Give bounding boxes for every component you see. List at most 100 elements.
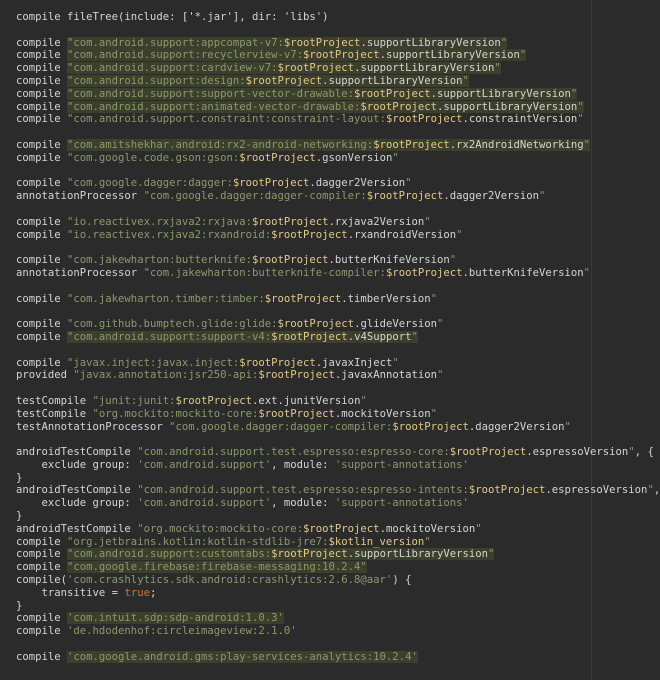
code-token: "com.android.support:support-v4:	[67, 330, 272, 343]
code-token: "	[494, 62, 501, 75]
code-line[interactable]: compile "com.android.support:customtabs:…	[16, 548, 660, 561]
code-line[interactable]: }	[16, 510, 660, 523]
code-token: $rootProject	[303, 522, 380, 535]
code-line[interactable]: compile "com.google.dagger:dagger:$rootP…	[16, 177, 660, 190]
code-line[interactable]: compile "com.jakewharton:butterknife:$ro…	[16, 254, 660, 267]
code-line[interactable]: compile "com.android.support:cardview-v7…	[16, 62, 660, 75]
code-line[interactable]: compile "com.github.bumptech.glide:glide…	[16, 318, 660, 331]
code-line[interactable]: compile "com.amitshekhar.android:rx2-and…	[16, 138, 660, 152]
code-line[interactable]: transitive = true;	[16, 587, 660, 600]
code-token: .ext.junitVersion	[252, 394, 361, 407]
code-line[interactable]: compile "javax.inject:javax.inject:$root…	[16, 357, 660, 370]
code-token: }	[16, 599, 23, 612]
code-line[interactable]: testAnnotationProcessor "com.google.dagg…	[16, 421, 660, 434]
code-token: compile	[16, 151, 68, 164]
code-token: .supportLibraryVersion	[379, 49, 520, 62]
code-line[interactable]: compile "com.android.support:recyclervie…	[16, 49, 660, 62]
code-line[interactable]	[16, 638, 660, 651]
code-line[interactable]: provided "javax.annotation:jsr250-api:$r…	[16, 369, 660, 382]
code-line[interactable]: compile 'de.hdodenhof:circleimageview:2.…	[16, 625, 660, 638]
code-token: $rootProject	[366, 190, 444, 203]
code-editor[interactable]: compile fileTree(include: ['*.jar'], dir…	[0, 0, 660, 680]
code-line[interactable]: compile "io.reactivex.rxjava2:rxjava:$ro…	[16, 216, 660, 229]
code-token: $rootProject	[354, 87, 431, 100]
code-token: .rxandroidVersion	[347, 228, 457, 241]
code-token: $rootProject	[283, 36, 361, 49]
code-line[interactable]: }	[16, 472, 660, 485]
code-line[interactable]: compile "com.android.support:design:$roo…	[16, 74, 660, 88]
code-token: $rootProject	[245, 74, 323, 87]
code-line[interactable]: compile "com.google.firebase:firebase-me…	[16, 561, 660, 574]
code-token: $rootProject	[385, 266, 463, 279]
code-token: compile	[16, 113, 68, 126]
code-token: compile(	[16, 574, 68, 587]
code-token: "com.android.support:recyclerview-v7:	[67, 49, 304, 62]
code-token: "	[570, 87, 578, 100]
code-token: .v4Support	[347, 330, 412, 343]
code-line[interactable]	[16, 305, 660, 318]
code-line[interactable]	[16, 165, 660, 178]
code-token: provided	[16, 369, 74, 382]
code-line[interactable]: }	[16, 600, 660, 613]
code-line[interactable]: exclude group: 'com.android.support', mo…	[16, 497, 660, 510]
code-line[interactable]: testCompile "org.mockito:mockito-core:$r…	[16, 408, 660, 421]
code-token: "	[430, 292, 437, 305]
code-line[interactable]: compile "com.jakewharton.timber:timber:$…	[16, 293, 660, 306]
code-token: .dagger2Version	[309, 177, 406, 190]
code-line[interactable]	[16, 241, 660, 254]
code-line[interactable]	[16, 382, 660, 395]
code-line[interactable]: testCompile "junit:junit:$rootProject.ex…	[16, 395, 660, 408]
code-token: annotationProcessor	[16, 266, 144, 279]
code-line[interactable]	[16, 24, 660, 37]
code-token: .rx2AndroidNetworking	[449, 138, 584, 151]
code-line[interactable]: compile 'com.intuit.sdp:sdp-android:1.0.…	[16, 612, 660, 625]
code-token: $rootProject	[252, 215, 329, 228]
code-line[interactable]: compile "com.google.code.gson:gson:$root…	[16, 152, 660, 165]
code-line[interactable]: compile "com.android.support:support-v4:…	[16, 330, 660, 344]
code-token: "com.android.support.test.espresso:espre…	[137, 446, 450, 459]
code-line[interactable]: compile fileTree(include: ['*.jar'], dir…	[16, 11, 660, 24]
code-token: "javax.annotation:jsr250-api:	[73, 369, 259, 382]
code-token: .javaxInject	[315, 356, 393, 369]
code-line[interactable]: compile "com.android.support:appcompat-v…	[16, 36, 660, 50]
code-token: $rootProject	[239, 356, 316, 369]
code-token: .glideVersion	[354, 318, 437, 331]
code-token: "	[500, 36, 508, 49]
code-token: $rootProject	[258, 369, 335, 382]
code-line[interactable]: annotationProcessor "com.jakewharton:but…	[16, 267, 660, 280]
code-line[interactable]	[16, 126, 660, 139]
code-line[interactable]: exclude group: 'com.android.support', mo…	[16, 459, 660, 472]
code-line[interactable]	[16, 203, 660, 216]
code-token: compile	[16, 36, 68, 49]
code-token: androidTestCompile	[16, 484, 138, 497]
code-line[interactable]: compile "com.android.support.constraint:…	[16, 113, 660, 126]
code-lines[interactable]: compile fileTree(include: ['*.jar'], dir…	[16, 11, 660, 664]
code-line[interactable]: compile "com.android.support:support-vec…	[16, 87, 660, 101]
code-token: .timberVersion	[341, 292, 431, 305]
code-line[interactable]: compile "org.jetbrains.kotlin:kotlin-std…	[16, 536, 660, 549]
code-line[interactable]: androidTestCompile "com.android.support.…	[16, 484, 660, 497]
code-line[interactable]: compile 'com.google.android.gms:play-ser…	[16, 650, 660, 664]
code-line[interactable]: compile('com.crashlytics.sdk.android:cra…	[16, 574, 660, 587]
code-line[interactable]: compile "com.android.support:animated-ve…	[16, 100, 660, 114]
code-token: true	[124, 586, 150, 599]
code-line[interactable]	[16, 344, 660, 357]
code-token: $rootProject	[277, 318, 355, 331]
code-line[interactable]: androidTestCompile "com.android.support.…	[16, 446, 660, 459]
code-token: androidTestCompile	[16, 446, 138, 459]
code-token: "	[577, 113, 584, 126]
code-token: compile fileTree(include: ['*.jar'], dir…	[16, 11, 329, 23]
code-line[interactable]	[16, 433, 660, 446]
code-token: "com.google.dagger:dagger-compiler:	[143, 190, 367, 203]
code-line[interactable]: annotationProcessor "com.google.dagger:d…	[16, 190, 660, 203]
code-line[interactable]	[16, 280, 660, 293]
code-token: 'com.crashlytics.sdk.android:crashlytics…	[67, 574, 393, 587]
code-line[interactable]: compile "io.reactivex.rxjava2:rxandroid:…	[16, 229, 660, 242]
code-line[interactable]: androidTestCompile "org.mockito:mockito-…	[16, 523, 660, 536]
code-token: "	[430, 407, 437, 420]
code-token: compile	[16, 318, 68, 331]
code-token: "com.github.bumptech.glide:glide:	[67, 318, 278, 331]
code-token: "com.jakewharton:butterknife-compiler:	[143, 266, 386, 279]
code-token: .constraintVersion	[462, 113, 578, 126]
code-token: "	[539, 190, 546, 203]
